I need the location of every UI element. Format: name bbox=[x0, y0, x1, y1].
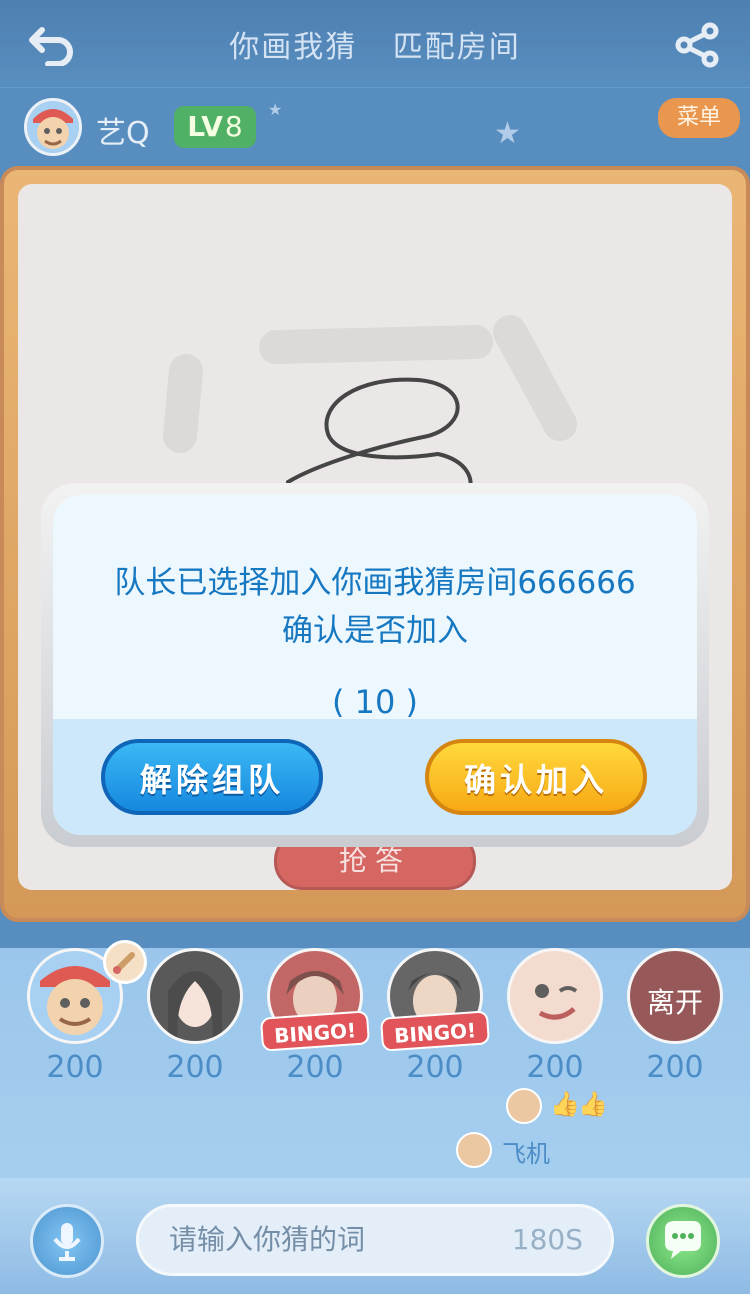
dialog-body: 队长已选择加入你画我猜房间666666 确认是否加入 ( 10 ) 解除组队 确… bbox=[53, 495, 697, 835]
dialog-countdown: ( 10 ) bbox=[331, 683, 419, 721]
dialog-message-line2: 确认是否加入 bbox=[282, 613, 468, 649]
dialog-button-area: 解除组队 确认加入 bbox=[53, 719, 697, 835]
confirm-join-button[interactable]: 确认加入 bbox=[425, 739, 647, 815]
dialog-message: 队长已选择加入你画我猜房间666666 确认是否加入 bbox=[53, 559, 697, 655]
dialog-message-line1: 队长已选择加入你画我猜房间666666 bbox=[114, 565, 636, 601]
disband-team-button[interactable]: 解除组队 bbox=[101, 739, 323, 815]
join-room-dialog: 队长已选择加入你画我猜房间666666 确认是否加入 ( 10 ) 解除组队 确… bbox=[41, 483, 709, 847]
